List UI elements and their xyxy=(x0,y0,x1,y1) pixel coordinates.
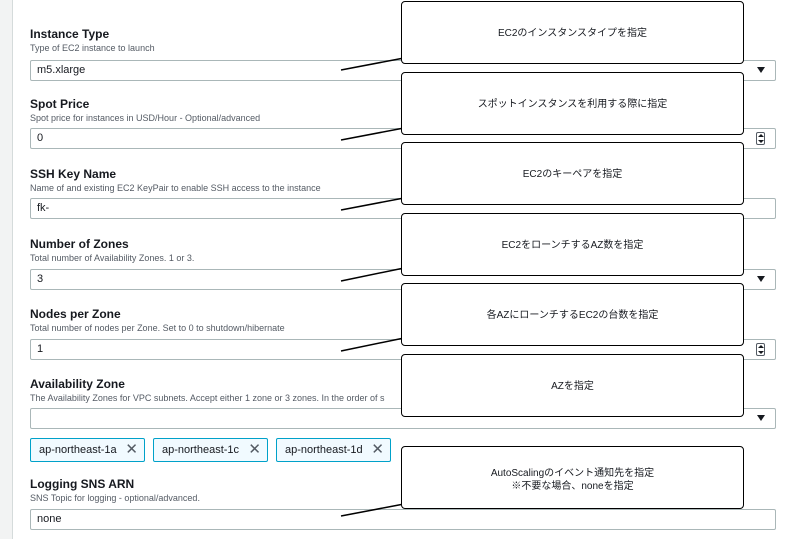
callout-text: スポットインスタンスを利用する際に指定 xyxy=(477,99,668,110)
connector-line xyxy=(340,337,405,352)
connector-line xyxy=(340,127,405,141)
callout-note: ※不要な場合、noneを指定 xyxy=(511,481,634,492)
connector-line xyxy=(340,503,405,517)
callout-text: EC2のキーペアを指定 xyxy=(522,169,623,180)
callout-nodes-per-zone: 各AZにローンチするEC2の台数を指定 xyxy=(401,283,744,346)
callout-text: AZを指定 xyxy=(551,381,594,392)
callout-ssh-key: EC2のキーペアを指定 xyxy=(401,142,744,205)
callout-availability-zone: AZを指定 xyxy=(401,354,744,417)
callout-text: EC2のインスタンスタイプを指定 xyxy=(497,28,648,39)
callout-text: AutoScalingのイベント通知先を指定 xyxy=(490,468,655,479)
callout-text: 各AZにローンチするEC2の台数を指定 xyxy=(486,310,659,321)
callout-spot-price: スポットインスタンスを利用する際に指定 xyxy=(401,72,744,135)
connector-line xyxy=(340,57,405,71)
connector-line xyxy=(340,197,405,211)
callout-instance-type: EC2のインスタンスタイプを指定 xyxy=(401,1,744,64)
connector-line xyxy=(340,267,405,282)
callout-number-of-zones: EC2をローンチするAZ数を指定 xyxy=(401,213,744,276)
callout-logging-sns: AutoScalingのイベント通知先を指定 ※不要な場合、noneを指定 xyxy=(401,446,744,509)
callout-text: EC2をローンチするAZ数を指定 xyxy=(501,240,644,251)
